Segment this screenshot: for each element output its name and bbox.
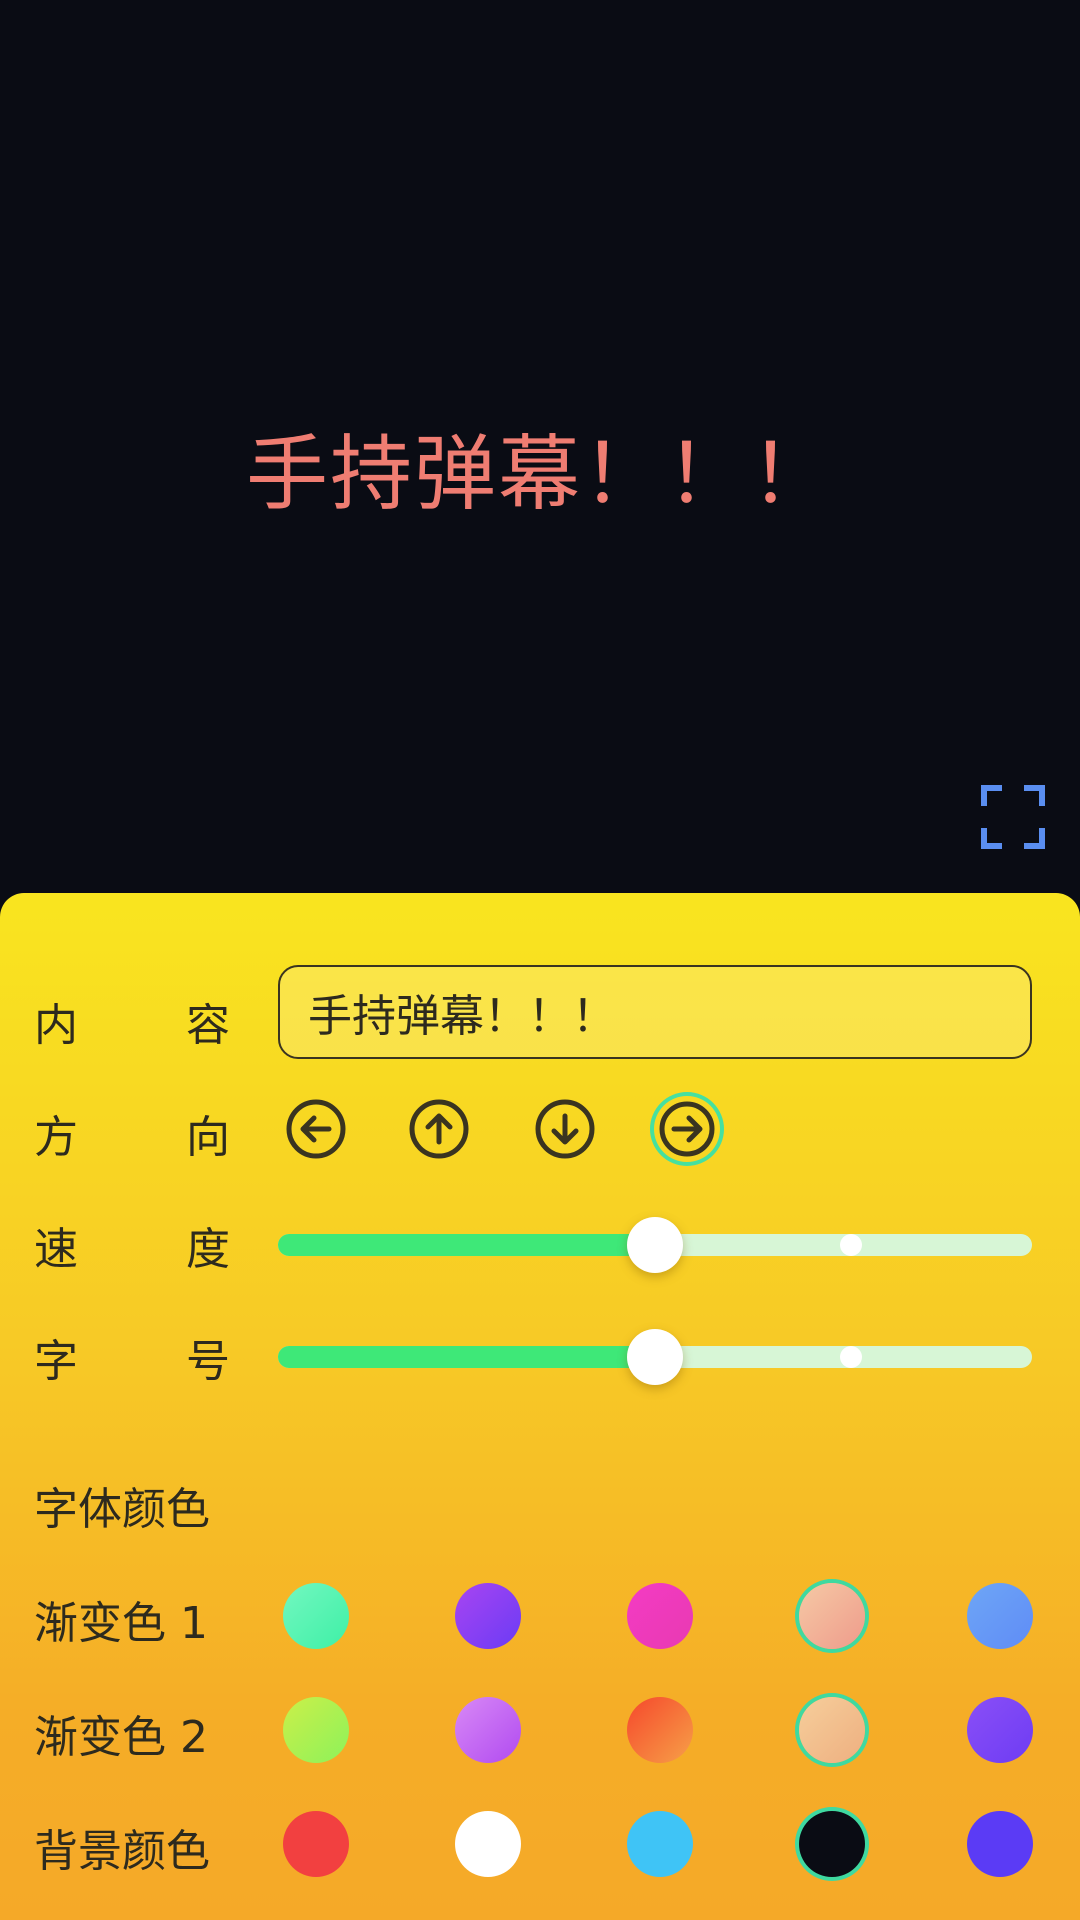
direction-label-char-1: 方 [34, 1112, 78, 1163]
gradient-1-swatch-5[interactable] [967, 1583, 1033, 1649]
speed-label: 速 度 [34, 1213, 230, 1277]
gradient-1-swatch-1[interactable] [283, 1583, 349, 1649]
danmaku-preview: 手持弹幕！！！ [0, 0, 1080, 895]
direction-down-button[interactable] [532, 1096, 598, 1162]
font-size-label: 字 号 [34, 1325, 230, 1389]
font-size-slider-buffer-dot [840, 1346, 863, 1368]
arrow-up-icon [409, 1099, 469, 1159]
background-color-swatch-1[interactable] [283, 1811, 349, 1877]
font-size-slider-thumb[interactable] [627, 1329, 683, 1385]
direction-label-char-2: 向 [186, 1112, 230, 1163]
speed-slider-buffer-dot [840, 1234, 863, 1256]
arrow-right-icon [659, 1101, 715, 1157]
font-size-label-char-2: 号 [186, 1336, 230, 1387]
gradient-1-swatch-3[interactable] [627, 1583, 693, 1649]
background-color-swatch-2[interactable] [455, 1811, 521, 1877]
arrow-down-icon [535, 1099, 595, 1159]
font-size-label-char-1: 字 [34, 1336, 78, 1387]
fullscreen-button[interactable] [980, 784, 1046, 850]
speed-slider-thumb[interactable] [627, 1217, 683, 1273]
background-color-label: 背景颜色 [34, 1826, 210, 1877]
direction-label: 方 向 [34, 1101, 230, 1165]
gradient-2-swatch-3[interactable] [627, 1697, 693, 1763]
background-color-swatch-5[interactable] [967, 1811, 1033, 1877]
gradient-2-swatch-4[interactable] [799, 1697, 865, 1763]
gradient-2-label: 渐变色 2 [34, 1712, 208, 1763]
font-size-slider[interactable] [278, 1325, 1032, 1389]
settings-panel: 内 容 手持弹幕！！！ 方 向 速 度 字 号 字体颜色 渐变色 1 渐变色 2… [0, 893, 1080, 1920]
speed-slider-fill [278, 1234, 655, 1256]
content-input[interactable]: 手持弹幕！！！ [278, 965, 1032, 1059]
gradient-2-swatch-5[interactable] [967, 1697, 1033, 1763]
fullscreen-icon [981, 785, 1045, 849]
gradient-1-label: 渐变色 1 [34, 1598, 208, 1649]
direction-right-button[interactable] [654, 1096, 720, 1162]
content-label: 内 容 [34, 989, 230, 1053]
direction-left-button[interactable] [283, 1096, 349, 1162]
arrow-left-icon [286, 1099, 346, 1159]
gradient-1-swatch-4[interactable] [799, 1583, 865, 1649]
gradient-2-swatch-1[interactable] [283, 1697, 349, 1763]
preview-text: 手持弹幕！！！ [245, 427, 834, 522]
speed-label-char-2: 度 [186, 1224, 230, 1275]
gradient-2-swatch-2[interactable] [455, 1697, 521, 1763]
content-label-char-1: 内 [34, 1000, 78, 1051]
content-label-char-2: 容 [186, 1000, 230, 1051]
font-color-label: 字体颜色 [34, 1484, 210, 1535]
gradient-1-swatch-2[interactable] [455, 1583, 521, 1649]
speed-label-char-1: 速 [34, 1224, 78, 1275]
background-color-swatch-3[interactable] [627, 1811, 693, 1877]
direction-up-button[interactable] [406, 1096, 472, 1162]
content-input-value: 手持弹幕！！！ [308, 991, 616, 1042]
background-color-swatch-4[interactable] [799, 1811, 865, 1877]
font-size-slider-fill [278, 1346, 655, 1368]
speed-slider[interactable] [278, 1213, 1032, 1277]
